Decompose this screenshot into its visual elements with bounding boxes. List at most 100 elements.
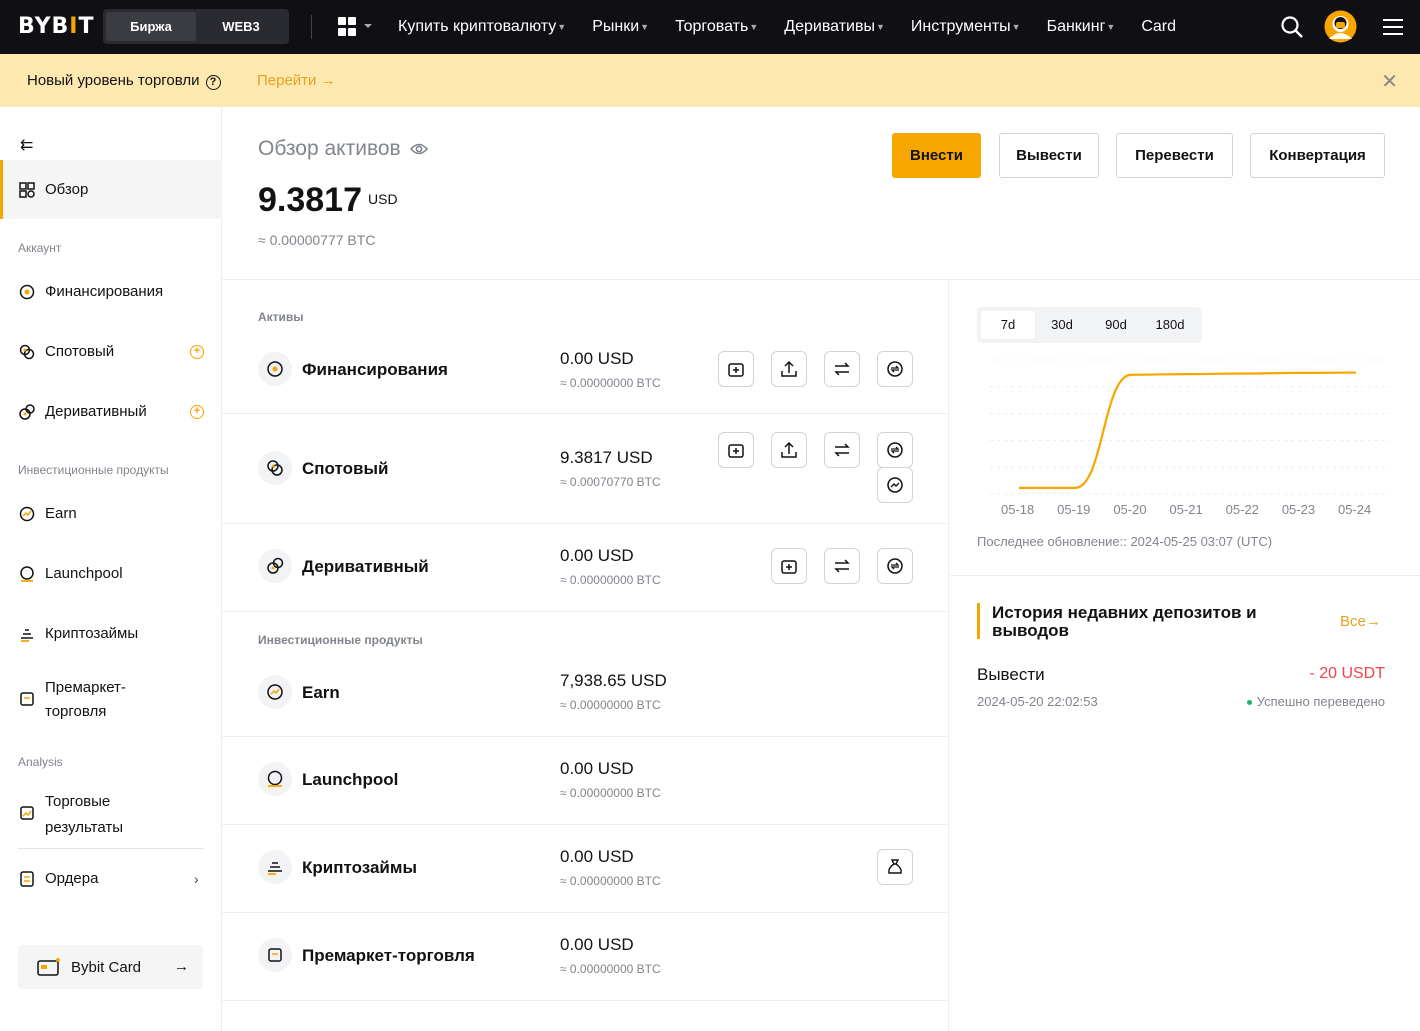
caret-down-icon: ▼ [557, 22, 567, 32]
sidebar-item-premarket[interactable]: Премаркет- торговля [0, 674, 222, 724]
sidebar-group-invest: Инвестиционные продукты [18, 463, 169, 477]
asset-row-launchpool[interactable]: Launchpool 0.00 USD ≈ 0.00000000 BTC [222, 737, 949, 825]
funding-icon [19, 284, 35, 300]
close-icon[interactable]: ✕ [1381, 69, 1398, 94]
view-all-link[interactable]: Все→ [1340, 613, 1381, 630]
promo-banner: Новый уровень торговли? Перейти → ✕ [0, 54, 1420, 107]
add-circle-icon[interactable]: + [190, 345, 204, 359]
sidebar-item-trading-results[interactable]: Торговые результаты [0, 788, 222, 838]
search-icon[interactable] [1280, 15, 1304, 39]
convert-icon-button[interactable] [877, 432, 913, 468]
bybit-logo[interactable]: BYBIT [18, 14, 94, 39]
x-tick-label: 05-23 [1281, 502, 1316, 517]
history-item-date: 2024-05-20 22:02:53 [977, 694, 1098, 709]
history-item-amount: - 20 USDT [1309, 665, 1385, 682]
wallet-deposit-icon [728, 363, 744, 377]
asset-btc: ≈ 0.00000000 BTC [560, 573, 661, 587]
deposit-icon-button[interactable] [771, 548, 807, 584]
arrow-right-icon: → [320, 72, 336, 89]
loans-icon [21, 629, 33, 642]
asset-btc: ≈ 0.00000000 BTC [560, 698, 661, 712]
asset-name: Launchpool [302, 770, 399, 789]
asset-row-earn[interactable]: Earn 7,938.65 USD ≈ 0.00000000 BTC [222, 649, 949, 737]
section-label-assets: Активы [258, 310, 304, 324]
upload-icon [781, 360, 797, 377]
segment-web3[interactable]: WEB3 [196, 12, 286, 41]
nav-banking[interactable]: Банкинг ▼ [1047, 18, 1116, 36]
eye-icon[interactable] [409, 142, 428, 156]
sidebar-item-loans[interactable]: Криптозаймы [0, 622, 222, 646]
deposit-icon-button[interactable] [718, 351, 754, 387]
nav-buy-crypto[interactable]: Купить криптовалюту ▼ [398, 18, 566, 36]
history-item-status: Успешно переведено [1246, 694, 1385, 709]
transfer-icon-button[interactable] [824, 432, 860, 468]
caret-down-icon: ▼ [1011, 22, 1021, 32]
transfer-icon-button[interactable] [824, 351, 860, 387]
asset-row-funding[interactable]: Финансирования 0.00 USD ≈ 0.00000000 BTC [222, 335, 949, 414]
menu-icon[interactable] [1383, 17, 1403, 37]
transfer-icon [834, 362, 850, 376]
deposit-button[interactable]: Внести [892, 133, 981, 178]
bybit-card-button[interactable]: Bybit Card → [18, 945, 203, 989]
last-update: Последнее обновление:: 2024-05-25 03:07 … [977, 534, 1273, 549]
transfer-icon [834, 559, 850, 573]
asset-row-premarket[interactable]: Премаркет-торговля 0.00 USD ≈ 0.00000000… [222, 913, 949, 1001]
sidebar-item-label: торговля [45, 703, 107, 720]
x-tick-label: 05-19 [1057, 502, 1091, 517]
asset-usd: 0.00 USD [560, 546, 634, 565]
sidebar: ⇇ Обзор Аккаунт Финансирования Спотовый … [0, 107, 222, 1031]
top-navigation-bar: BYBIT Биржа WEB3 Купить криптовалюту ▼ Ры… [0, 0, 1420, 54]
avatar[interactable] [1324, 10, 1357, 43]
deposit-icon-button[interactable] [718, 432, 754, 468]
convert-icon-button[interactable] [877, 351, 913, 387]
nav-card[interactable]: Card [1141, 18, 1176, 36]
sidebar-group-account: Аккаунт [18, 241, 62, 255]
segment-exchange[interactable]: Биржа [106, 12, 196, 41]
help-icon[interactable]: ? [205, 75, 221, 90]
nav-markets[interactable]: Рынки ▼ [592, 18, 649, 36]
grid-apps-icon[interactable] [338, 16, 372, 38]
transfer-icon-button[interactable] [824, 548, 860, 584]
convert-icon [887, 361, 903, 377]
asset-name: Спотовый [302, 459, 389, 478]
collapse-sidebar-icon[interactable]: ⇇ [20, 135, 33, 155]
x-tick-label: 05-20 [1113, 502, 1147, 517]
nav-derivatives[interactable]: Деривативы ▼ [784, 18, 885, 36]
withdraw-button[interactable]: Вывести [999, 133, 1099, 178]
withdraw-icon-button[interactable] [771, 351, 807, 387]
sidebar-item-orders[interactable]: Ордера › [0, 867, 222, 891]
trade-icon-button[interactable] [877, 467, 913, 503]
series-line [1018, 371, 1357, 489]
trade-chart-icon [887, 477, 903, 493]
add-circle-icon[interactable]: + [190, 405, 204, 419]
wallet-deposit-icon [781, 560, 797, 574]
sidebar-item-overview[interactable]: Обзор [0, 160, 222, 219]
asset-btc: ≈ 0.00000000 BTC [560, 376, 661, 390]
nav-trade[interactable]: Торговать ▼ [675, 18, 758, 36]
asset-row-derivative[interactable]: Деривативный 0.00 USD ≈ 0.00000000 BTC [222, 524, 949, 612]
sidebar-item-earn[interactable]: Earn [0, 502, 222, 526]
sidebar-item-launchpool[interactable]: Launchpool [0, 562, 222, 586]
asset-usd: 9.3817 USD [560, 448, 653, 467]
banner-link[interactable]: Перейти → [257, 72, 336, 89]
total-balance: 9.3817 USD [258, 181, 398, 219]
sidebar-item-label: результаты [45, 819, 123, 836]
withdraw-icon-button[interactable] [771, 432, 807, 468]
sidebar-item-derivative[interactable]: Деривативный + [0, 400, 222, 424]
asset-usd: 0.00 USD [560, 847, 634, 866]
page-title: Обзор активов [258, 137, 428, 161]
balance-line-chart [990, 359, 1390, 495]
asset-btc: ≈ 0.00000000 BTC [560, 786, 661, 800]
convert-icon-button[interactable] [877, 548, 913, 584]
convert-button[interactable]: Конвертация [1250, 133, 1385, 178]
sidebar-item-spot[interactable]: Спотовый + [0, 340, 222, 364]
borrow-icon-button[interactable] [877, 849, 913, 885]
asset-row-loans[interactable]: Криптозаймы 0.00 USD ≈ 0.00000000 BTC [222, 825, 949, 913]
asset-usd: 0.00 USD [560, 759, 634, 778]
arrow-right-icon: → [174, 958, 189, 975]
sidebar-item-funding[interactable]: Финансирования [0, 280, 222, 304]
nav-tools[interactable]: Инструменты ▼ [911, 18, 1021, 36]
asset-row-spot[interactable]: Спотовый 9.3817 USD ≈ 0.00070770 BTC [222, 414, 949, 524]
transfer-button[interactable]: Перевести [1116, 133, 1233, 178]
caret-down-icon: ▼ [749, 22, 759, 32]
